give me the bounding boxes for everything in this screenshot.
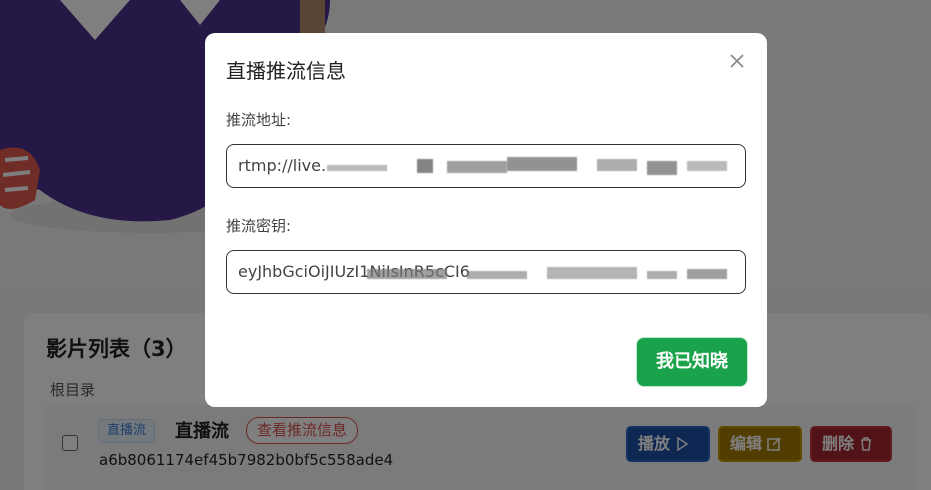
- push-key-value: eyJhbGciOiJIUzI1NiIsInR5cCI6: [238, 262, 470, 281]
- close-icon[interactable]: [727, 51, 747, 71]
- dialog-title: 直播推流信息: [226, 59, 346, 83]
- push-key-label: 推流密钥:: [226, 217, 292, 235]
- push-info-dialog: 直播推流信息 推流地址: rtmp://live. 推流密钥: eyJhbGci…: [205, 33, 767, 407]
- push-key-field[interactable]: eyJhbGciOiJIUzI1NiIsInR5cCI6: [226, 250, 746, 294]
- push-url-value: rtmp://live.: [238, 156, 327, 175]
- push-url-label: 推流地址:: [226, 111, 292, 129]
- confirm-button[interactable]: 我已知晓: [637, 338, 747, 386]
- push-url-field[interactable]: rtmp://live.: [226, 144, 746, 188]
- redaction-mask: [307, 155, 739, 179]
